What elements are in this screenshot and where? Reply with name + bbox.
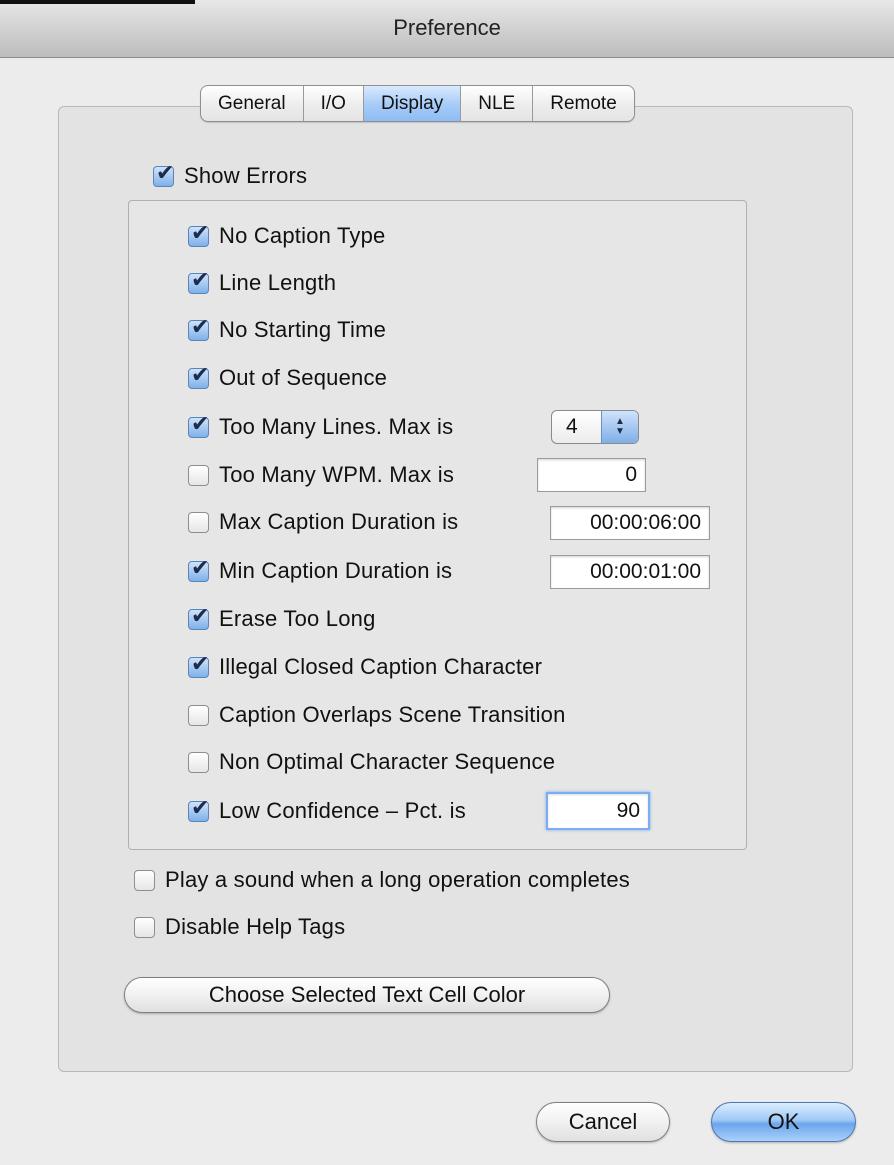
max-caption-duration-label: Max Caption Duration is	[219, 509, 459, 534]
window-title: Preference	[393, 15, 501, 40]
erase-too-long-row[interactable]: Erase Too Long	[188, 603, 376, 635]
max-caption-duration-row[interactable]: Max Caption Duration is	[188, 506, 458, 538]
non-optimal-seq-checkbox[interactable]	[188, 751, 209, 773]
too-many-lines-checkbox[interactable]	[188, 412, 209, 438]
min-caption-duration-field[interactable]: 00:00:01:00	[550, 555, 710, 589]
max-lines-popup[interactable]: 4 ▲ ▼	[551, 410, 639, 444]
line-length-checkbox[interactable]	[188, 268, 209, 294]
low-confidence-row[interactable]: Low Confidence – Pct. is	[188, 795, 466, 827]
illegal-cc-char-row[interactable]: Illegal Closed Caption Character	[188, 651, 542, 683]
no-caption-type-row[interactable]: No Caption Type	[188, 220, 385, 252]
line-length-label: Line Length	[219, 270, 337, 295]
title-bar-edge	[0, 0, 195, 4]
play-sound-row[interactable]: Play a sound when a long operation compl…	[134, 864, 630, 896]
out-of-sequence-label: Out of Sequence	[219, 365, 388, 390]
ok-button[interactable]: OK	[711, 1102, 856, 1142]
show-errors-checkbox[interactable]	[153, 161, 174, 187]
too-many-lines-row[interactable]: Too Many Lines. Max is	[188, 411, 453, 443]
out-of-sequence-checkbox[interactable]	[188, 363, 209, 389]
illegal-cc-char-label: Illegal Closed Caption Character	[219, 654, 543, 679]
no-starting-time-row[interactable]: No Starting Time	[188, 314, 386, 346]
title-bar: Preference	[0, 0, 894, 58]
choose-text-cell-color-button[interactable]: Choose Selected Text Cell Color	[124, 977, 610, 1013]
too-many-wpm-label: Too Many WPM. Max is	[219, 462, 455, 487]
erase-too-long-checkbox[interactable]	[188, 604, 209, 630]
low-confidence-checkbox[interactable]	[188, 796, 209, 822]
tab-nle[interactable]: NLE	[461, 86, 534, 121]
max-caption-duration-checkbox[interactable]	[188, 511, 209, 533]
too-many-lines-label: Too Many Lines. Max is	[219, 414, 454, 439]
tab-remote[interactable]: Remote	[533, 86, 634, 121]
low-confidence-pct-field[interactable]: 90	[546, 792, 650, 830]
too-many-wpm-checkbox[interactable]	[188, 464, 209, 486]
no-caption-type-checkbox[interactable]	[188, 221, 209, 247]
play-sound-checkbox[interactable]	[134, 869, 155, 891]
show-errors-row[interactable]: Show Errors	[153, 160, 307, 192]
disable-help-tags-label: Disable Help Tags	[165, 914, 346, 939]
stepper-arrows-icon[interactable]: ▲ ▼	[601, 411, 638, 443]
non-optimal-seq-row[interactable]: Non Optimal Character Sequence	[188, 746, 555, 778]
max-wpm-field[interactable]: 0	[537, 458, 646, 492]
min-caption-duration-label: Min Caption Duration is	[219, 558, 453, 583]
too-many-wpm-row[interactable]: Too Many WPM. Max is	[188, 459, 454, 491]
caption-overlaps-label: Caption Overlaps Scene Transition	[219, 702, 566, 727]
disable-help-tags-row[interactable]: Disable Help Tags	[134, 911, 345, 943]
caption-overlaps-checkbox[interactable]	[188, 704, 209, 726]
erase-too-long-label: Erase Too Long	[219, 606, 376, 631]
illegal-cc-char-checkbox[interactable]	[188, 652, 209, 678]
no-starting-time-checkbox[interactable]	[188, 315, 209, 341]
no-caption-type-label: No Caption Type	[219, 223, 386, 248]
non-optimal-seq-label: Non Optimal Character Sequence	[219, 749, 556, 774]
caption-overlaps-row[interactable]: Caption Overlaps Scene Transition	[188, 699, 566, 731]
out-of-sequence-row[interactable]: Out of Sequence	[188, 362, 387, 394]
min-caption-duration-row[interactable]: Min Caption Duration is	[188, 555, 452, 587]
no-starting-time-label: No Starting Time	[219, 317, 387, 342]
line-length-row[interactable]: Line Length	[188, 267, 336, 299]
tab-display[interactable]: Display	[363, 86, 462, 121]
show-errors-label: Show Errors	[184, 163, 308, 188]
tab-bar: General I/O Display NLE Remote	[200, 85, 635, 122]
cancel-button[interactable]: Cancel	[536, 1102, 670, 1142]
play-sound-label: Play a sound when a long operation compl…	[165, 867, 630, 892]
max-lines-value: 4	[566, 415, 578, 438]
low-confidence-label: Low Confidence – Pct. is	[219, 798, 466, 823]
tab-io[interactable]: I/O	[304, 86, 364, 121]
tab-general[interactable]: General	[201, 86, 304, 121]
disable-help-tags-checkbox[interactable]	[134, 916, 155, 938]
min-caption-duration-checkbox[interactable]	[188, 556, 209, 582]
max-caption-duration-field[interactable]: 00:00:06:00	[550, 506, 710, 540]
